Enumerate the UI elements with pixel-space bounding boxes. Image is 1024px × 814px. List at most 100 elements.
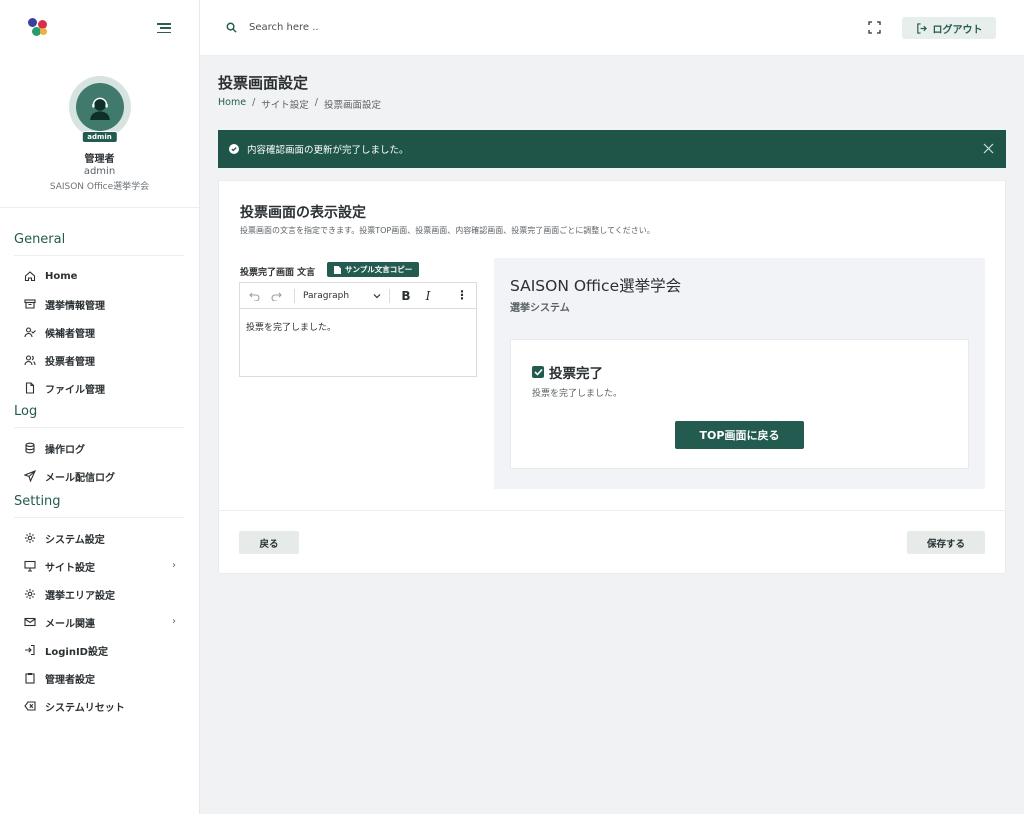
- page-title: 投票画面設定: [218, 74, 309, 92]
- mail-icon: [24, 617, 36, 627]
- archive-icon: [24, 299, 36, 309]
- profile-role: 管理者: [84, 154, 115, 165]
- sidebar-item-label: メール関連: [45, 618, 95, 630]
- sample-copy-button[interactable]: サンプル文言コピー: [327, 262, 420, 277]
- chevron-right-icon: ›: [172, 560, 176, 571]
- search-icon[interactable]: [226, 22, 237, 33]
- field-label: 投票完了画面 文言: [240, 268, 316, 278]
- preview-heading: 投票完了: [532, 362, 603, 382]
- italic-icon[interactable]: I: [420, 288, 436, 304]
- home-icon: [24, 271, 36, 282]
- file-icon: [25, 382, 35, 394]
- preview-box: 投票完了 投票を完了しました。 TOP画面に戻る: [510, 339, 969, 469]
- sidebar-item-2-3[interactable]: メール関連 ›: [14, 608, 184, 636]
- nav-section-general: General Home 選挙情報管理候補者管理投票者管理ファイル管理: [0, 232, 199, 402]
- save-button[interactable]: 保存する: [907, 531, 985, 554]
- users-icon: [24, 355, 36, 366]
- sidebar-item-1-0[interactable]: 操作ログ: [14, 434, 184, 462]
- paragraph-format-value: Paragraph: [303, 290, 350, 301]
- sidebar-item-label: サイト設定: [45, 562, 95, 574]
- more-vertical-icon[interactable]: ⋮: [456, 288, 468, 302]
- login-icon: [25, 644, 35, 656]
- breadcrumb-home[interactable]: Home: [218, 97, 246, 111]
- preview-system-name: 選挙システム: [510, 303, 570, 314]
- nav-heading: General: [14, 232, 184, 256]
- rich-text-editor: Paragraph B I ⋮ 投票を完了しました。: [239, 282, 477, 377]
- card-footer: 戻る 保存する: [219, 510, 1005, 574]
- sidebar-item-2-0[interactable]: システム設定: [14, 524, 184, 552]
- app-logo[interactable]: [28, 18, 50, 38]
- sidebar-item-1-1[interactable]: メール配信ログ: [14, 462, 184, 490]
- sidebar-item-label: 投票者管理: [45, 356, 95, 368]
- sidebar: admin 管理者 admin SAISON Office選挙学会 Genera…: [0, 0, 200, 814]
- sidebar-item-0-0[interactable]: Home: [14, 262, 184, 290]
- fullscreen-icon[interactable]: [868, 21, 881, 34]
- sidebar-item-label: Home: [45, 270, 78, 282]
- document-icon: [334, 265, 341, 274]
- toolbar-divider: [389, 288, 390, 303]
- sidebar-item-label: 選挙エリア設定: [45, 590, 115, 602]
- nav-heading: Setting: [14, 494, 184, 518]
- clipboard-icon: [25, 673, 35, 684]
- back-to-top-button[interactable]: TOP画面に戻る: [675, 421, 804, 449]
- redo-icon[interactable]: [268, 288, 284, 304]
- editor-toolbar: Paragraph B I ⋮: [240, 283, 476, 309]
- chevron-right-icon: ›: [172, 616, 176, 627]
- undo-icon[interactable]: [246, 288, 262, 304]
- back-button[interactable]: 戻る: [239, 531, 299, 554]
- breadcrumb: Home / サイト設定 / 投票画面設定: [218, 97, 381, 111]
- sidebar-item-0-2[interactable]: 候補者管理: [14, 318, 184, 346]
- preview-organization: SAISON Office選挙学会: [510, 277, 682, 295]
- profile-username: admin: [83, 166, 116, 177]
- sidebar-item-label: 操作ログ: [45, 444, 85, 456]
- nav-section-setting: Setting システム設定 サイト設定 › 選挙エリア設定 メール関連 › LoginID設…: [0, 494, 199, 720]
- preview-message: 投票を完了しました。: [532, 389, 623, 399]
- close-icon[interactable]: [983, 143, 994, 154]
- breadcrumb-current: 投票画面設定: [323, 100, 381, 111]
- bold-icon[interactable]: B: [398, 288, 414, 304]
- sidebar-item-0-3[interactable]: 投票者管理: [14, 346, 184, 374]
- sidebar-item-label: メール配信ログ: [45, 472, 115, 484]
- menu-toggle-icon[interactable]: [157, 23, 171, 33]
- nav-heading: Log: [14, 404, 184, 428]
- preview-heading-text: 投票完了: [549, 366, 603, 382]
- preview-panel: SAISON Office選挙学会 選挙システム 投票完了 投票を完了しました。…: [494, 258, 985, 489]
- logout-label: ログアウト: [932, 24, 983, 36]
- breadcrumb-separator: /: [252, 97, 256, 108]
- sidebar-item-2-1[interactable]: サイト設定 ›: [14, 552, 184, 580]
- sidebar-item-2-2[interactable]: 選挙エリア設定: [14, 580, 184, 608]
- sidebar-item-label: システムリセット: [45, 702, 125, 714]
- checkbox-checked-icon: [532, 366, 544, 378]
- user-check-icon: [24, 327, 36, 338]
- user-headset-icon: [89, 97, 110, 120]
- sidebar-item-2-5[interactable]: 管理者設定: [14, 664, 184, 692]
- logout-button[interactable]: ログアウト: [902, 17, 996, 39]
- toolbar-divider: [294, 288, 295, 303]
- breadcrumb-separator: /: [314, 97, 318, 108]
- role-badge: admin: [81, 131, 118, 143]
- sidebar-item-2-6[interactable]: システムリセット: [14, 692, 184, 720]
- check-circle-icon: [229, 144, 239, 154]
- card-description: 投票画面の文言を指定できます。投票TOP画面、投票画面、内容確認画面、投票完了画…: [240, 226, 655, 235]
- sidebar-item-0-4[interactable]: ファイル管理: [14, 374, 184, 402]
- paragraph-format-select[interactable]: Paragraph: [299, 291, 385, 301]
- chevron-down-icon: [373, 293, 381, 298]
- gear-icon: [25, 589, 35, 599]
- editor-content[interactable]: 投票を完了しました。: [240, 309, 476, 344]
- sidebar-item-2-4[interactable]: LoginID設定: [14, 636, 184, 664]
- avatar: admin: [68, 76, 131, 143]
- card-title: 投票画面の表示設定: [240, 205, 366, 221]
- search-bar: [226, 22, 449, 33]
- user-profile: admin 管理者 admin SAISON Office選挙学会: [0, 56, 199, 208]
- alert-message: 内容確認画面の更新が完了しました。: [247, 145, 409, 156]
- breadcrumb-site-settings[interactable]: サイト設定: [261, 97, 309, 111]
- sidebar-header: [0, 0, 199, 56]
- sidebar-item-0-1[interactable]: 選挙情報管理: [14, 290, 184, 318]
- success-alert: 内容確認画面の更新が完了しました。: [218, 130, 1006, 168]
- profile-organization: SAISON Office選挙学会: [49, 182, 150, 192]
- search-input[interactable]: [249, 22, 449, 33]
- send-icon: [24, 470, 36, 482]
- sidebar-item-label: システム設定: [45, 534, 105, 546]
- nav-section-log: Log 操作ログメール配信ログ: [0, 404, 199, 490]
- sidebar-item-label: 選挙情報管理: [45, 300, 105, 312]
